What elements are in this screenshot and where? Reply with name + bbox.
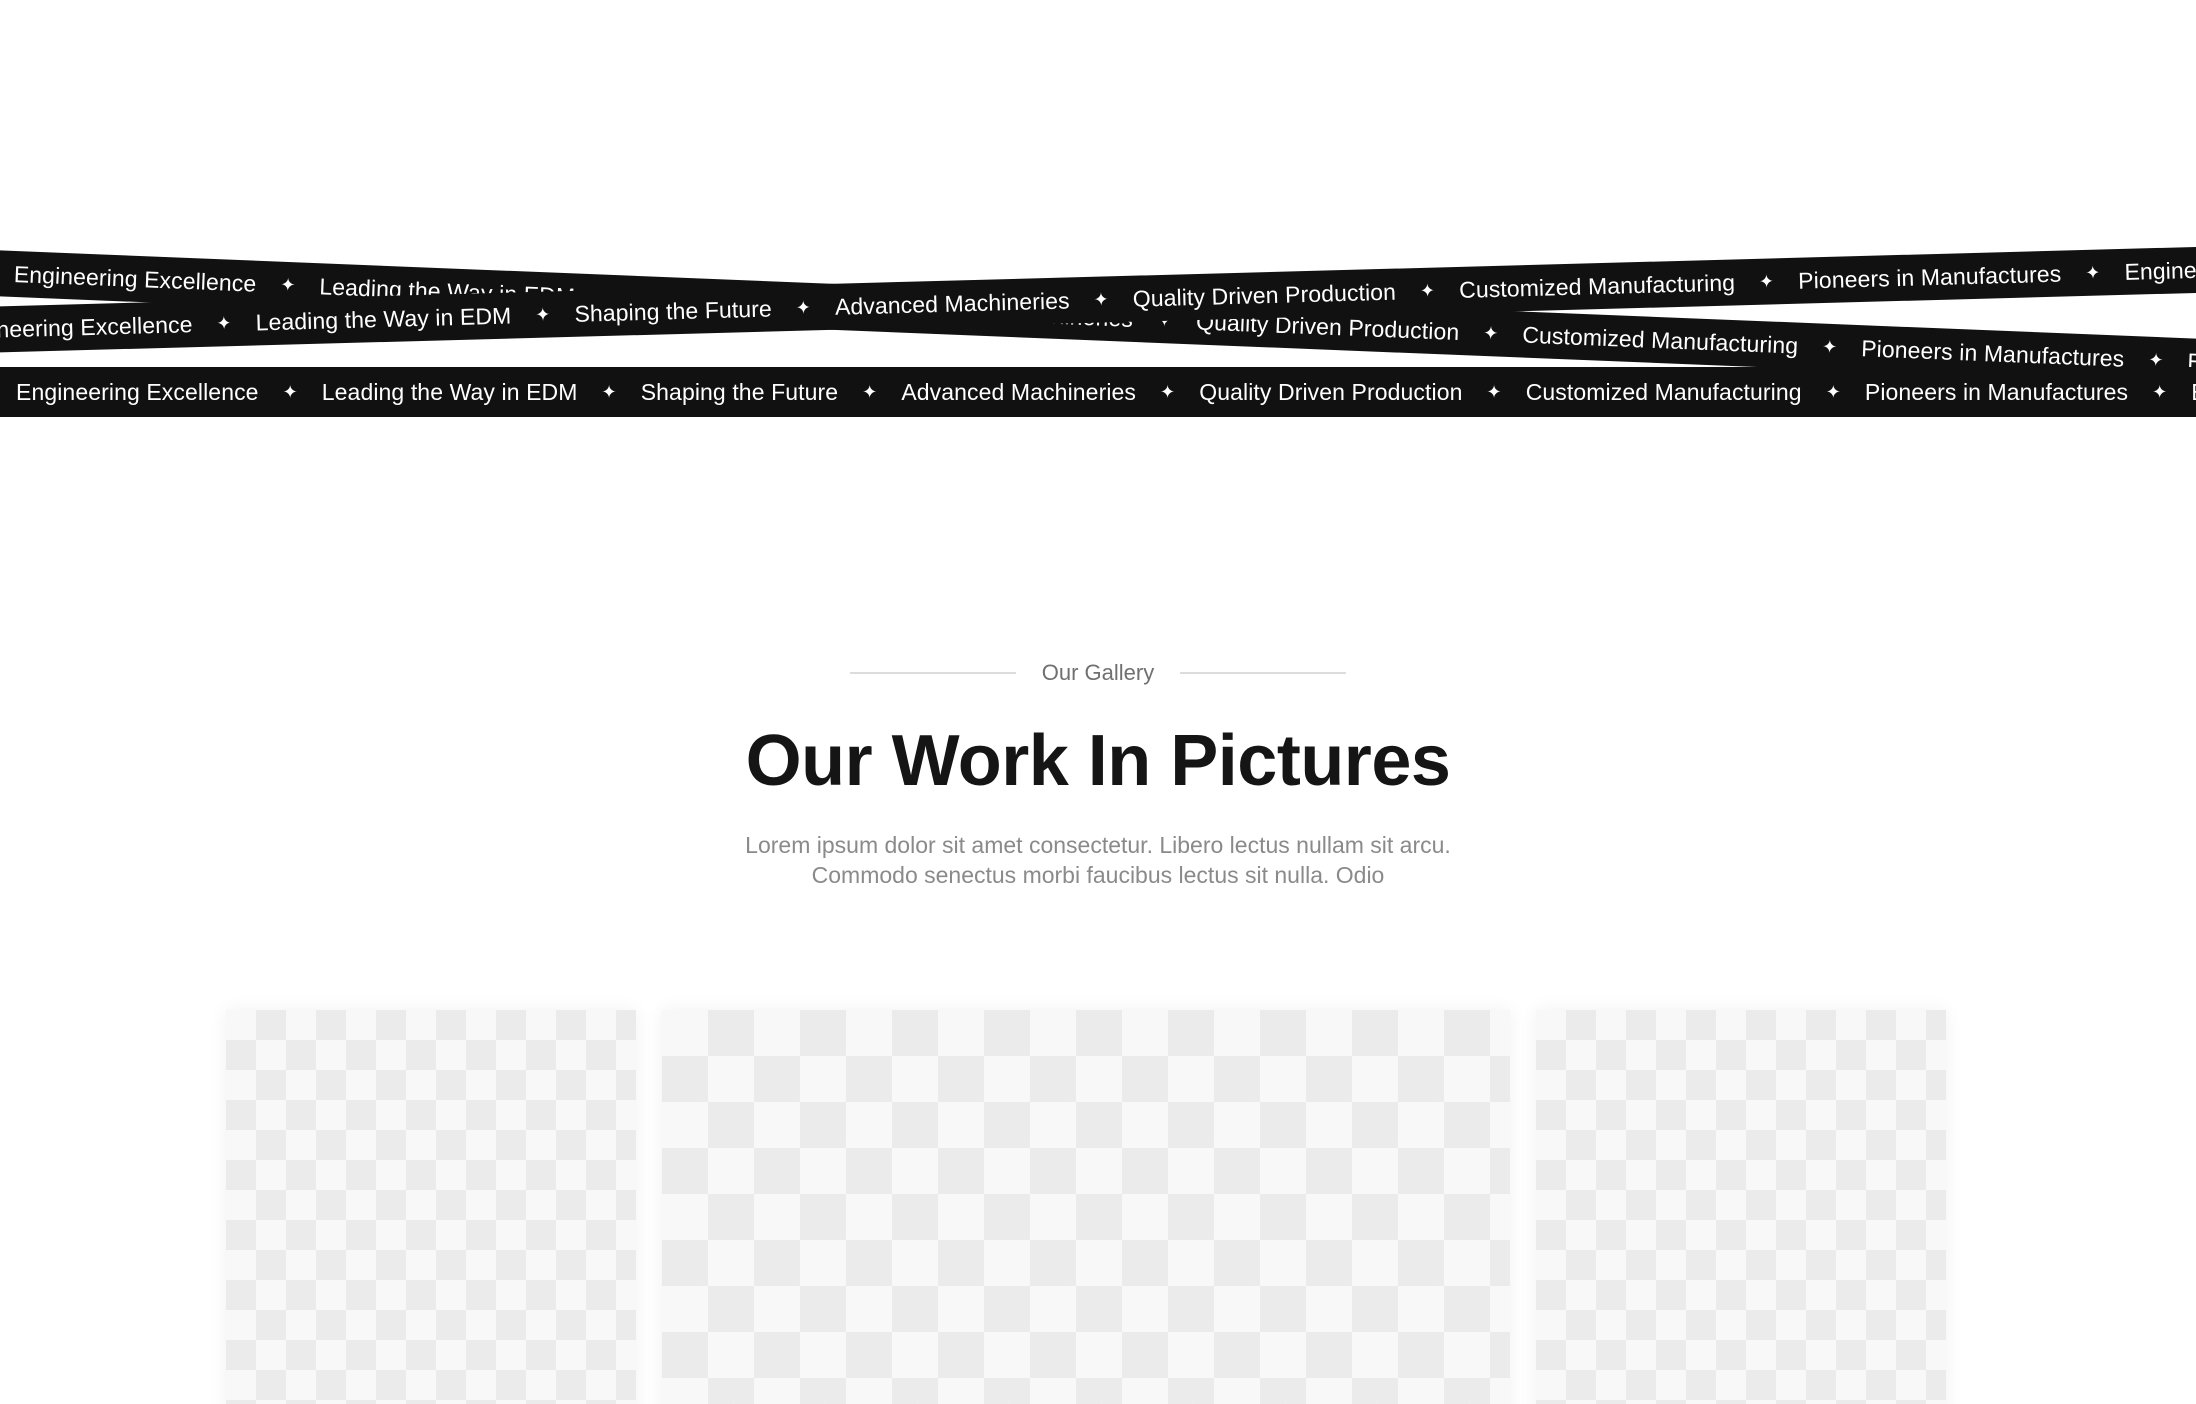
marquee-item: Quality Driven Production (1199, 378, 1463, 405)
star-separator-icon: ✦ (1758, 270, 1775, 292)
section-description: Lorem ipsum dolor sit amet consectetur. … (745, 832, 1451, 888)
marquee-item: Customized Manufacturing (1521, 321, 1799, 359)
gallery-eyebrow: Our Gallery (849, 660, 1347, 686)
marquee-item: Quality Driven Production (1132, 278, 1397, 312)
marquee-item: Engineering Excellence (16, 378, 259, 405)
star-separator-icon: ✦ (1482, 322, 1499, 344)
eyebrow-label: Our Gallery (1041, 660, 1155, 685)
star-separator-icon: ✦ (2152, 381, 2168, 402)
star-separator-icon: ✦ (1419, 280, 1436, 301)
marquee-item: Engineering Excellence (13, 260, 257, 297)
star-separator-icon: ✦ (862, 381, 878, 402)
star-separator-icon: ✦ (1486, 381, 1502, 402)
marquee-track: Engineering Excellence ✦ Leading the Way i… (0, 367, 2196, 417)
eyebrow-divider-right (1180, 672, 1347, 674)
section-title: Our Work In Pictures (745, 721, 1451, 801)
star-separator-icon: ✦ (216, 312, 232, 334)
marquee-item: Engineering Excellence (2124, 252, 2196, 285)
star-separator-icon: ✦ (535, 303, 551, 325)
star-separator-icon: ✦ (1825, 381, 1841, 402)
marquee-item: Customized Manufacturing (1525, 378, 1802, 405)
marquee-ribbon: Engineering Excellence ✦ Leading the Way i… (0, 367, 2196, 417)
marquee-item: Advanced Machineries (834, 286, 1070, 320)
gallery-header: Our Gallery Our Work In Pictures Lorem i… (0, 660, 2196, 890)
page: Engineering Excellence ✦ Leading the Way i… (0, 0, 2196, 1404)
star-separator-icon: ✦ (601, 381, 617, 402)
star-separator-icon: ✦ (2085, 262, 2101, 283)
gallery-image[interactable] (1536, 1010, 1946, 1404)
marquee-item: Shaping the Future (574, 294, 773, 327)
marquee-item: Leading the Way in EDM (255, 302, 512, 335)
marquee-section: Engineering Excellence ✦ Leading the Way i… (0, 190, 2196, 450)
marquee-item: Leading the Way in EDM (321, 378, 578, 405)
marquee-item: Pioneers in Manufactures (1797, 260, 2062, 294)
star-separator-icon: ✦ (1160, 381, 1176, 402)
eyebrow-divider-left (849, 672, 1016, 674)
marquee-item: Customized Manufacturing (1458, 268, 1736, 303)
star-separator-icon: ✦ (279, 274, 296, 295)
marquee-item: Engineering Excellence (0, 310, 193, 344)
gallery-image[interactable] (226, 1010, 636, 1404)
star-separator-icon: ✦ (1093, 288, 1110, 310)
star-separator-icon: ✦ (795, 296, 812, 318)
gallery-grid (226, 1010, 1946, 1404)
star-separator-icon: ✦ (1821, 336, 1838, 357)
marquee-item: Shaping the Future (640, 378, 839, 405)
star-separator-icon: ✦ (282, 381, 298, 402)
marquee-item: Advanced Machineries (901, 378, 1137, 405)
marquee-item: Engineering Excellence (2181, 379, 2196, 406)
marquee-item: Pioneers in Manufactures (1864, 378, 2129, 405)
gallery-image[interactable] (662, 1010, 1510, 1404)
